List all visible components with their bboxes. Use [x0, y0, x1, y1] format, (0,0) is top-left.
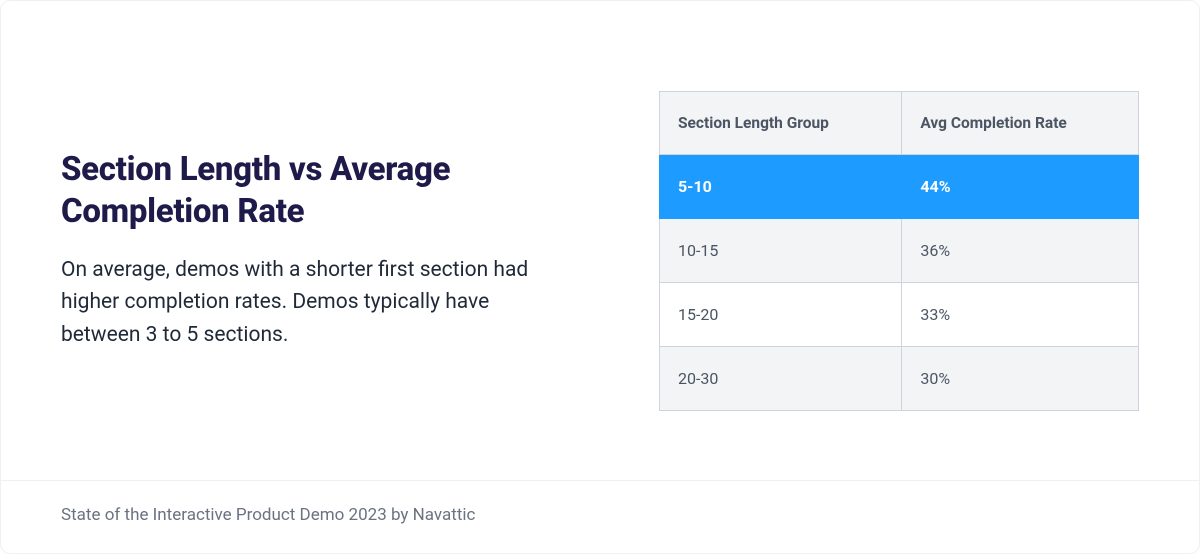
- cell-group: 5-10: [660, 154, 902, 218]
- table-row: 5-10 44%: [660, 154, 1139, 218]
- cell-rate: 33%: [902, 282, 1139, 346]
- table-header-group: Section Length Group: [660, 91, 902, 154]
- chart-description: On average, demos with a shorter first s…: [61, 254, 570, 352]
- content-row: Section Length vs Average Completion Rat…: [1, 1, 1199, 480]
- cell-rate: 36%: [902, 218, 1139, 282]
- cell-rate: 30%: [902, 346, 1139, 410]
- cell-rate: 44%: [902, 154, 1139, 218]
- card: Section Length vs Average Completion Rat…: [0, 0, 1200, 554]
- table-column: Section Length Group Avg Completion Rate…: [630, 91, 1139, 411]
- table-row: 20-30 30%: [660, 346, 1139, 410]
- cell-group: 15-20: [660, 282, 902, 346]
- footer-attribution: State of the Interactive Product Demo 20…: [1, 480, 1199, 553]
- completion-rate-table: Section Length Group Avg Completion Rate…: [659, 91, 1139, 411]
- table-header-rate: Avg Completion Rate: [902, 91, 1139, 154]
- text-column: Section Length vs Average Completion Rat…: [61, 149, 570, 351]
- cell-group: 20-30: [660, 346, 902, 410]
- table-header-row: Section Length Group Avg Completion Rate: [660, 91, 1139, 154]
- cell-group: 10-15: [660, 218, 902, 282]
- table-row: 10-15 36%: [660, 218, 1139, 282]
- table-row: 15-20 33%: [660, 282, 1139, 346]
- chart-title: Section Length vs Average Completion Rat…: [61, 149, 570, 232]
